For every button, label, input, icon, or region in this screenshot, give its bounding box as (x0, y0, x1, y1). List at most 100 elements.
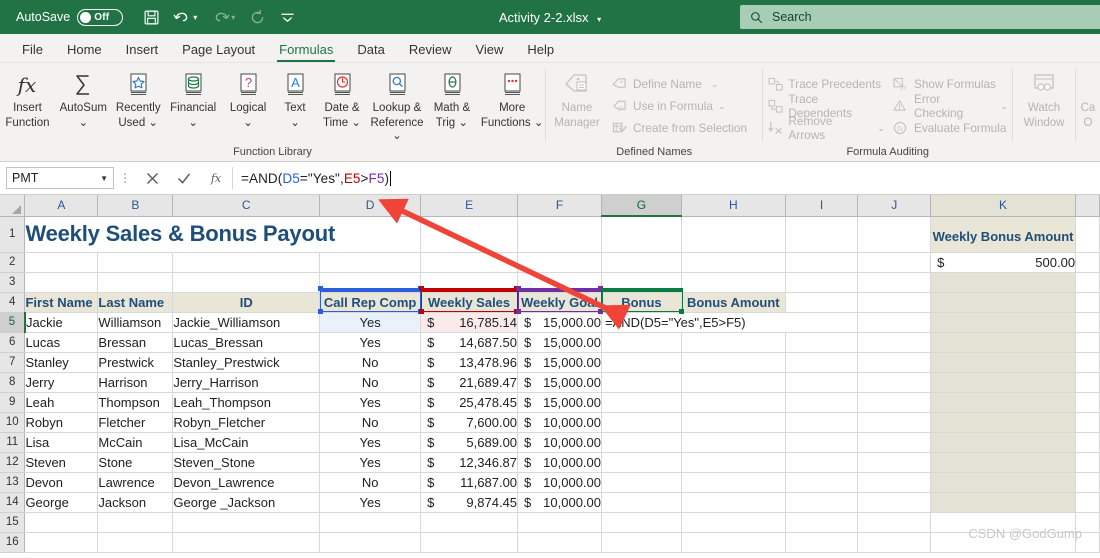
logical-button[interactable]: ? Logical ⌄ (221, 67, 276, 130)
row-header-11[interactable]: 11 (0, 432, 26, 453)
cell-h8[interactable] (681, 372, 786, 393)
cell-l9[interactable] (1075, 392, 1100, 413)
cell-e1[interactable] (420, 216, 519, 253)
cell-g7[interactable] (601, 352, 682, 373)
cell-d11[interactable]: Yes (319, 432, 422, 453)
cell-c6[interactable]: Lucas_Bressan (172, 332, 321, 353)
insert-function-button[interactable]: fx Insert Function (0, 67, 55, 130)
name-box-dropdown-icon[interactable]: ▼ (100, 174, 108, 183)
cell-b4-header-last-name[interactable]: Last Name (97, 292, 174, 313)
row-header-5[interactable]: 5 (0, 312, 26, 333)
cell-j9[interactable] (857, 392, 932, 413)
cell-d12[interactable]: Yes (319, 452, 422, 473)
cell-b8[interactable]: Harrison (97, 372, 174, 393)
cell-l12[interactable] (1075, 452, 1100, 473)
cell-j14[interactable] (857, 492, 932, 513)
cell-e15[interactable] (420, 512, 519, 533)
column-header-g[interactable]: G (601, 195, 682, 217)
tab-help[interactable]: Help (515, 39, 566, 62)
cell-a3[interactable] (24, 272, 99, 293)
cell-j4[interactable] (857, 292, 932, 313)
cell-c7[interactable]: Stanley_Prestwick (172, 352, 321, 373)
tab-insert[interactable]: Insert (114, 39, 171, 62)
cancel-icon[interactable] (136, 166, 168, 190)
column-header-b[interactable]: B (97, 195, 174, 217)
cell-i1[interactable] (785, 216, 859, 253)
cell-b16[interactable] (97, 532, 174, 553)
cell-j12[interactable] (857, 452, 932, 473)
cell-i12[interactable] (785, 452, 859, 473)
cell-b15[interactable] (97, 512, 174, 533)
column-header-a[interactable]: A (24, 195, 99, 217)
cell-a10[interactable]: Robyn (24, 412, 99, 433)
row-header-10[interactable]: 10 (0, 412, 26, 433)
formula-input[interactable]: =AND(D5 ="Yes", E5 > F5) (232, 167, 1100, 189)
column-header-l[interactable] (1075, 195, 1100, 217)
cell-h13[interactable] (681, 472, 786, 493)
cell-k12[interactable] (930, 452, 1077, 473)
cell-f14[interactable]: $10,000.00 (517, 492, 602, 513)
cell-b7[interactable]: Prestwick (97, 352, 174, 373)
text-button[interactable]: A Text ⌄ (276, 67, 315, 130)
column-header-e[interactable]: E (420, 195, 519, 217)
reference-handle-e-left[interactable] (419, 286, 424, 291)
cell-j11[interactable] (857, 432, 932, 453)
cell-e8[interactable]: $21,689.47 (420, 372, 519, 393)
cell-c10[interactable]: Robyn_Fletcher (172, 412, 321, 433)
cell-e7[interactable]: $13,478.96 (420, 352, 519, 373)
cell-k14[interactable] (930, 492, 1077, 513)
cell-j15[interactable] (857, 512, 932, 533)
cell-g14[interactable] (601, 492, 682, 513)
cell-a5[interactable]: Jackie (24, 312, 99, 333)
customize-quick-access-icon[interactable] (273, 4, 301, 30)
cell-i16[interactable] (785, 532, 859, 553)
cell-f2[interactable] (517, 252, 602, 273)
cell-g9[interactable] (601, 392, 682, 413)
cell-i4[interactable] (785, 292, 859, 313)
cell-a14[interactable]: George (24, 492, 99, 513)
cell-j16[interactable] (857, 532, 932, 553)
cell-l7[interactable] (1075, 352, 1100, 373)
cell-l13[interactable] (1075, 472, 1100, 493)
cell-i10[interactable] (785, 412, 859, 433)
cell-k1-bonus-panel-header[interactable]: Weekly Bonus Amount (930, 216, 1077, 253)
cell-j7[interactable] (857, 352, 932, 373)
cell-h9[interactable] (681, 392, 786, 413)
cell-g10[interactable] (601, 412, 682, 433)
enter-icon[interactable] (168, 166, 200, 190)
row-header-15[interactable]: 15 (0, 512, 26, 533)
cell-l5[interactable] (1075, 312, 1100, 333)
cell-k10[interactable] (930, 412, 1077, 433)
cell-k11[interactable] (930, 432, 1077, 453)
cell-j2[interactable] (857, 252, 932, 273)
cell-k3[interactable] (930, 272, 1077, 293)
cell-b13[interactable]: Lawrence (97, 472, 174, 493)
undo-icon[interactable]: ▾ (167, 4, 203, 30)
cell-f4-header-weekly-goal[interactable]: Weekly Goal (517, 292, 602, 313)
column-header-f[interactable]: F (517, 195, 602, 217)
cell-b9[interactable]: Thompson (97, 392, 174, 413)
reference-handle-f-left[interactable] (516, 286, 521, 291)
row-header-13[interactable]: 13 (0, 472, 26, 493)
row-header-16[interactable]: 16 (0, 532, 26, 553)
cell-e14[interactable]: $9,874.45 (420, 492, 519, 513)
cell-c8[interactable]: Jerry_Harrison (172, 372, 321, 393)
autosave-control[interactable]: AutoSave Off (16, 8, 124, 26)
cell-g8[interactable] (601, 372, 682, 393)
reference-handle-f-br[interactable] (598, 309, 603, 314)
cell-g15[interactable] (601, 512, 682, 533)
reference-handle-e-bl[interactable] (419, 309, 424, 314)
cell-l8[interactable] (1075, 372, 1100, 393)
cell-h14[interactable] (681, 492, 786, 513)
column-header-d[interactable]: D (319, 195, 422, 217)
row-header-14[interactable]: 14 (0, 492, 26, 513)
reference-handle-d-left[interactable] (318, 286, 323, 291)
cell-l2[interactable] (1075, 252, 1100, 273)
cell-d10[interactable]: No (319, 412, 422, 433)
row-header-12[interactable]: 12 (0, 452, 26, 473)
financial-button[interactable]: Financial ⌄ (166, 67, 221, 130)
cell-j1[interactable] (857, 216, 932, 253)
cell-d5[interactable]: Yes (319, 312, 422, 333)
cell-d9[interactable]: Yes (319, 392, 422, 413)
cell-f9[interactable]: $15,000.00 (517, 392, 602, 413)
